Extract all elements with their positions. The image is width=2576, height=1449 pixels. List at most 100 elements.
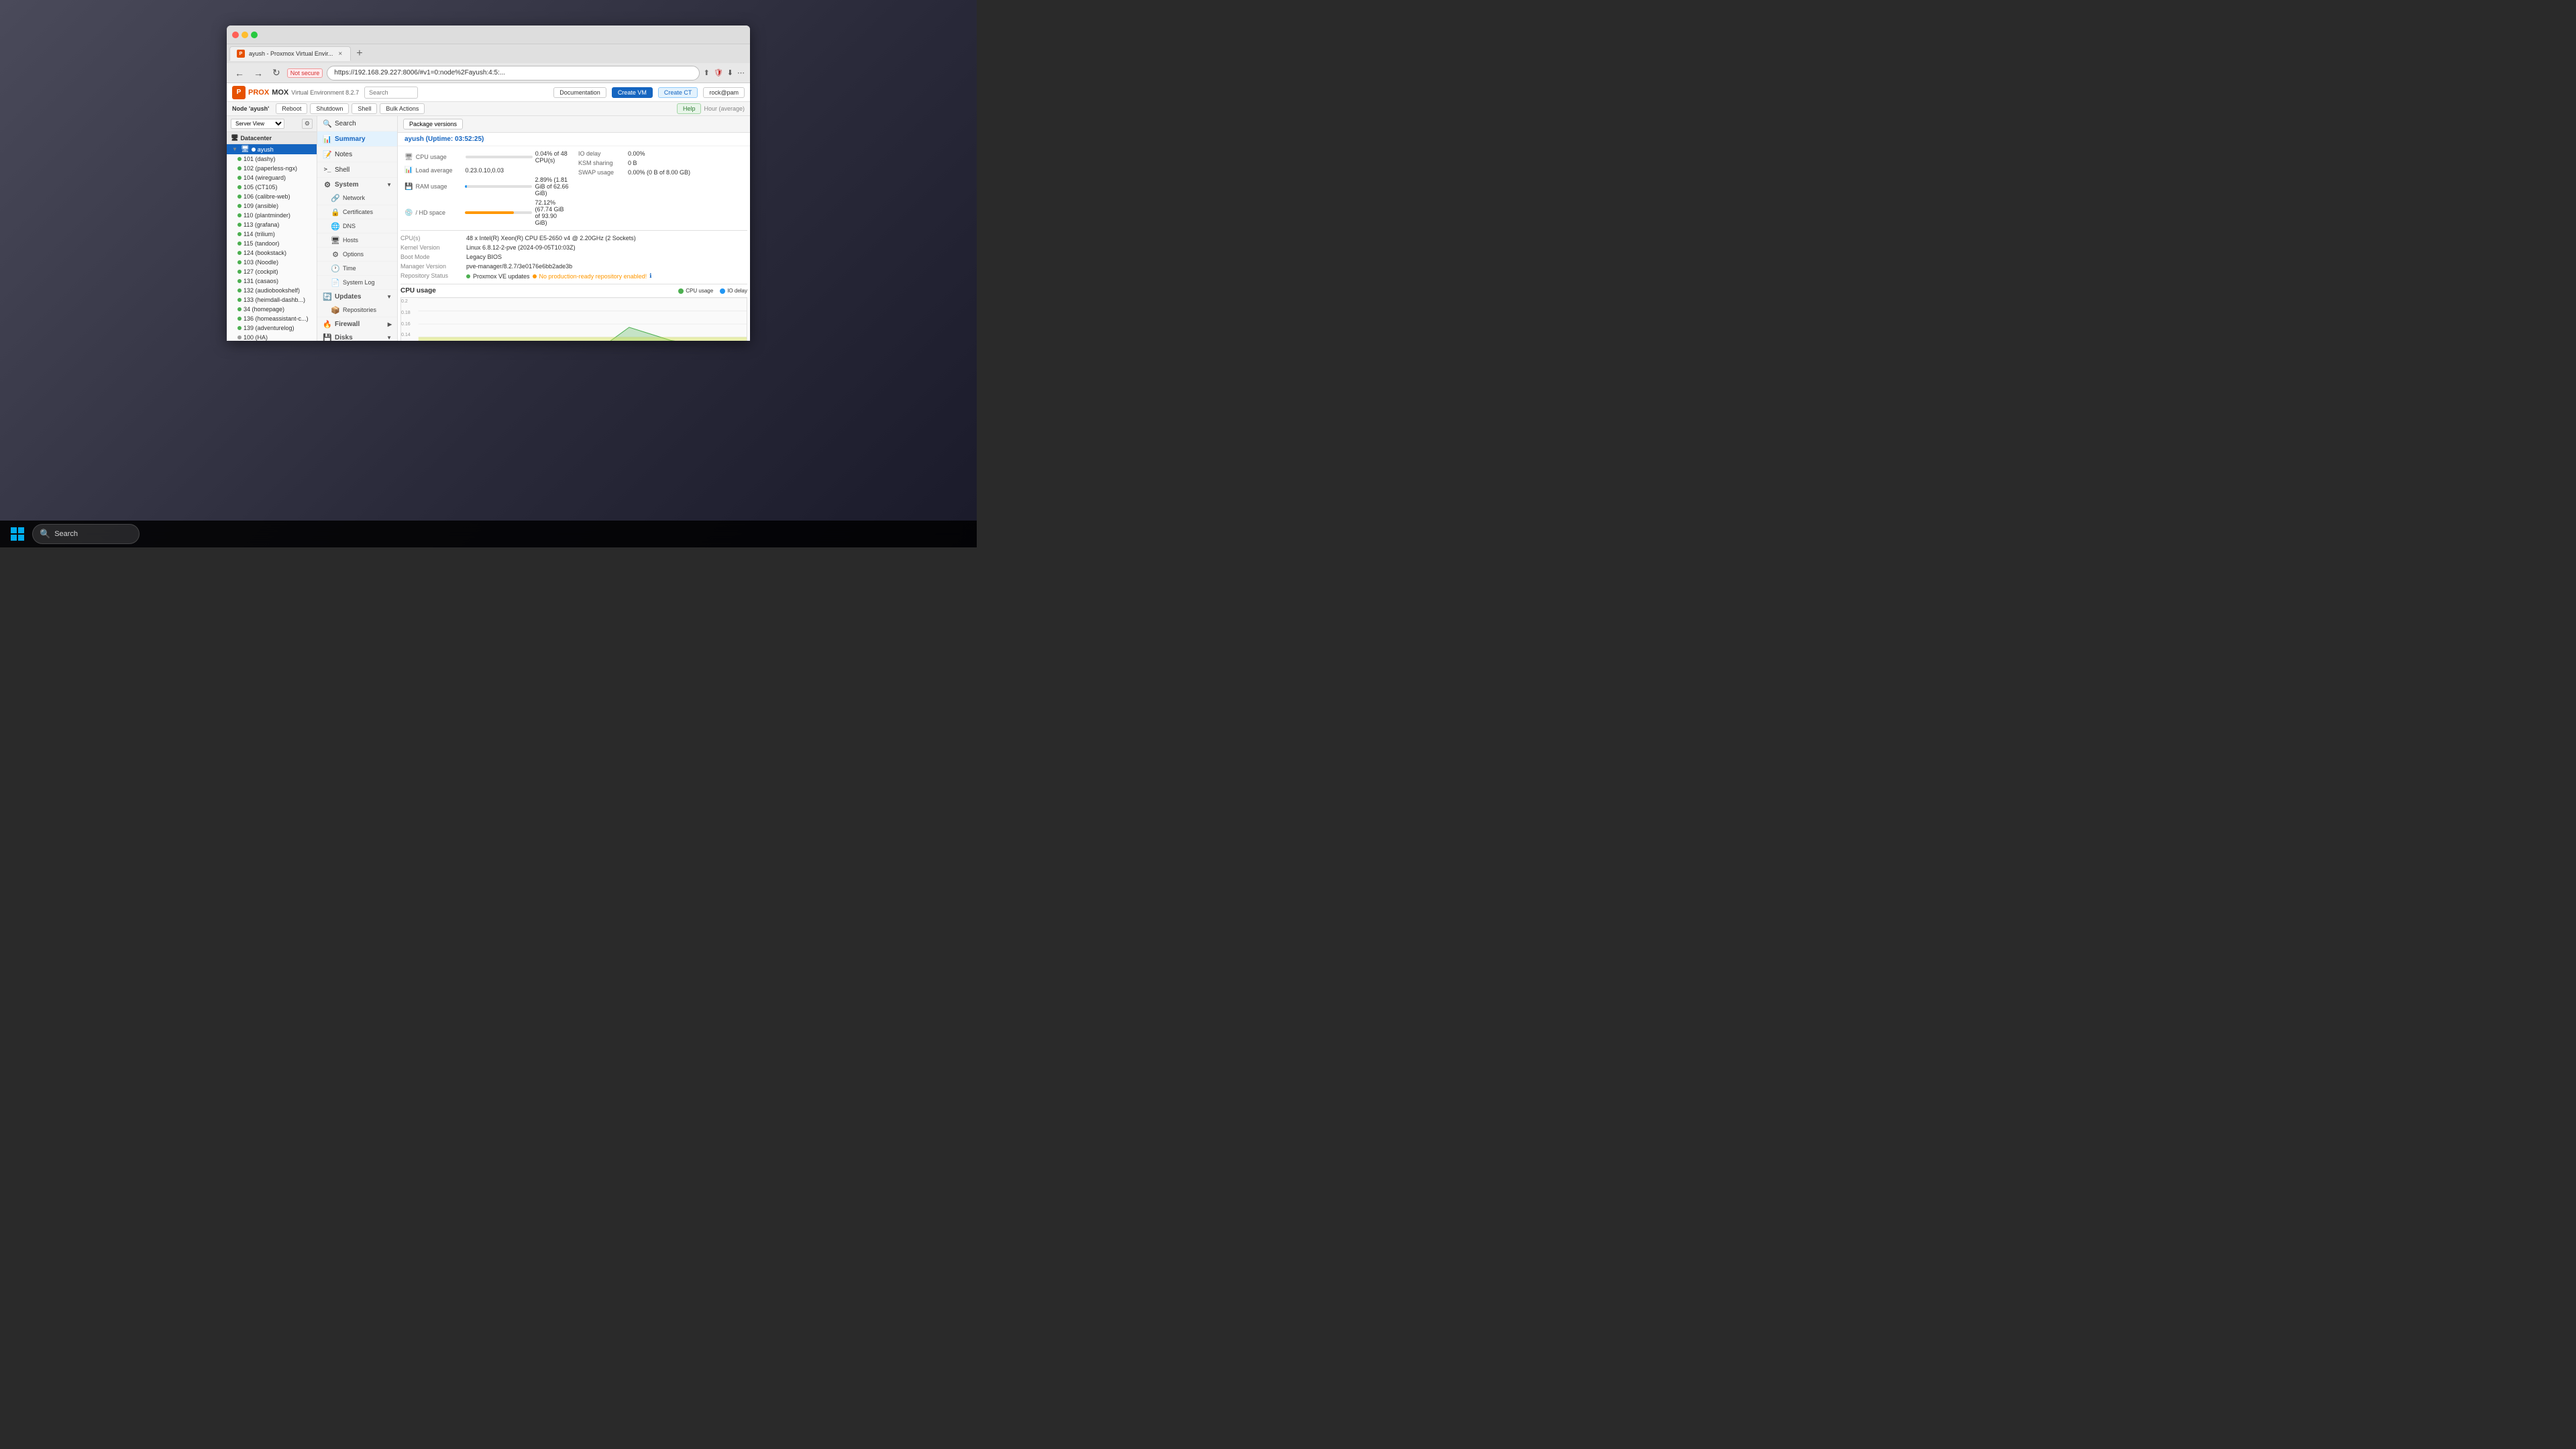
reboot-button[interactable]: Reboot [276,103,307,114]
minimize-window-button[interactable] [241,32,248,38]
server-view-select[interactable]: Server View [231,119,284,129]
sidebar-item-102[interactable]: 102 (paperless-ngx) [227,164,317,173]
node-icon: 🖥 [241,146,250,153]
active-browser-tab[interactable]: P ayush - Proxmox Virtual Envir... × [229,46,351,61]
sidebar-item-103[interactable]: 103 (Noodle) [227,258,317,267]
nav-item-shell[interactable]: >_ Shell [317,162,397,178]
sidebar-settings-button[interactable]: ⚙ [302,119,313,129]
nav-item-notes[interactable]: 📝 Notes [317,147,397,162]
nav-sub-item-repositories[interactable]: 📦 Repositories [317,303,397,317]
disk-usage-row: 💿 / HD space 72.12% (67.74 GiB of 93.90 … [400,198,574,227]
windows-start-button[interactable] [7,523,28,545]
nav-sub-item-options[interactable]: ⚙ Options [317,248,397,262]
tab-favicon: P [237,50,245,58]
datacenter-header: 🖥 Datacenter [227,132,317,144]
sidebar-item-104[interactable]: 104 (wireguard) [227,173,317,182]
sidebar-item-127[interactable]: 127 (cockpit) [227,267,317,276]
nav-group-system[interactable]: ⚙ System ▼ [317,178,397,191]
sidebar-item-105[interactable]: 105 (CT105) [227,182,317,192]
sidebar-item-100[interactable]: 100 (HA) [227,333,317,341]
nav-item-search[interactable]: 🔍 Search [317,116,397,131]
shutdown-button[interactable]: Shutdown [310,103,349,114]
system-nav-icon: ⚙ [323,180,332,189]
dns-nav-icon: 🌐 [331,221,340,231]
shell-action-button[interactable]: Shell [352,103,377,114]
pve-update-status: Proxmox VE updates No production-ready r… [466,272,747,280]
windows-taskbar: 🔍 Search [0,521,977,547]
y-label-3: 0.16 [401,322,418,327]
windows-search-bar[interactable]: 🔍 Search [32,524,140,544]
maximize-window-button[interactable] [251,32,258,38]
shield-icon[interactable]: 🛡 [714,68,723,77]
proxmox-brand-mox: MOX [272,89,288,97]
user-menu-button[interactable]: rock@pam [703,87,745,98]
nav-sub-item-dns[interactable]: 🌐 DNS [317,219,397,233]
system-info-section: CPU(s) 48 x Intel(R) Xeon(R) CPU E5-2650… [400,230,747,281]
url-input[interactable] [327,66,699,80]
cpu-chart-container: 0.2 0.18 0.16 0.14 0.12 [400,297,747,341]
sidebar-item-106[interactable]: 106 (calibre-web) [227,192,317,201]
stats-grid: 🖥 CPU usage 0.04% of 48 CPU(s) [400,149,747,227]
security-badge: Not secure [287,68,323,78]
vm-status-dot [237,232,241,236]
sidebar-item-101[interactable]: 101 (dashy) [227,154,317,164]
nav-group-disks[interactable]: 💾 Disks ▼ [317,331,397,341]
create-ct-button[interactable]: Create CT [658,87,698,98]
refresh-button[interactable]: ↻ [270,66,283,80]
browser-titlebar [227,25,750,44]
forward-button[interactable]: → [251,66,266,80]
bulk-actions-button[interactable]: Bulk Actions [380,103,425,114]
sidebar-item-124[interactable]: 124 (bookstack) [227,248,317,258]
sidebar-item-113[interactable]: 113 (grafana) [227,220,317,229]
more-options-button[interactable]: ⋯ [737,68,745,77]
sidebar-item-132[interactable]: 132 (audiobookshelf) [227,286,317,295]
vm-status-dot [237,195,241,199]
sidebar-item-109[interactable]: 109 (ansible) [227,201,317,211]
summary-nav-icon: 📊 [323,134,332,144]
create-vm-button[interactable]: Create VM [612,87,653,98]
close-window-button[interactable] [232,32,239,38]
nav-panel: 🔍 Search 📊 Summary 📝 Notes >_ Shell ⚙ Sy… [317,116,398,341]
sidebar-item-115[interactable]: 115 (tandoor) [227,239,317,248]
sidebar-item-136[interactable]: 136 (homeassistant-c...) [227,314,317,323]
sidebar-item-110[interactable]: 110 (plantminder) [227,211,317,220]
shell-nav-icon: >_ [323,165,332,174]
kernel-info-row: Kernel Version Linux 6.8.12-2-pve (2024-… [400,243,747,252]
nav-sub-item-time[interactable]: 🕐 Time [317,262,397,276]
sidebar-item-131[interactable]: 131 (casaos) [227,276,317,286]
vm-status-dot [237,166,241,170]
ram-usage-row: 💾 RAM usage 2.89% (1.81 GiB of 62.66 GiB… [400,175,574,198]
documentation-button[interactable]: Documentation [553,87,606,98]
tab-close-button[interactable]: × [337,50,343,58]
download-button[interactable]: ⬇ [727,68,733,77]
nav-sub-item-hosts[interactable]: 🖥 Hosts [317,233,397,248]
node-status-dot [252,148,256,152]
help-button[interactable]: Help [677,103,702,114]
vm-status-dot [237,270,241,274]
new-tab-button[interactable]: + [354,48,365,60]
package-versions-button[interactable]: Package versions [403,119,463,129]
proxmox-logo: P PROXMOX Virtual Environment 8.2.7 [232,86,359,99]
sidebar-item-ayush[interactable]: ▼ 🖥 ayush [227,144,317,154]
nav-sub-item-network[interactable]: 🔗 Network [317,191,397,205]
cert-nav-icon: 🔒 [331,207,340,217]
vm-status-dot [237,223,241,227]
nav-group-firewall[interactable]: 🔥 Firewall ▶ [317,317,397,331]
sidebar-item-133[interactable]: 133 (heimdall-dashb...) [227,295,317,305]
repo-help-link[interactable]: ℹ [649,272,651,280]
back-button[interactable]: ← [232,66,247,80]
sidebar-item-114[interactable]: 114 (trilium) [227,229,317,239]
nav-sub-item-syslog[interactable]: 📄 System Log [317,276,397,290]
share-button[interactable]: ⬆ [704,68,710,77]
sidebar-item-34[interactable]: 34 (homepage) [227,305,317,314]
proxmox-search-input[interactable] [364,87,418,99]
nav-group-updates[interactable]: 🔄 Updates ▼ [317,290,397,303]
nav-sub-item-certificates[interactable]: 🔒 Certificates [317,205,397,219]
windows-search-text: Search [54,530,78,538]
repo-status-values: Proxmox VE updates No production-ready r… [466,272,747,280]
proxmox-version-label: Virtual Environment 8.2.7 [291,89,359,96]
sidebar-item-139[interactable]: 139 (adventurelog) [227,323,317,333]
vm-status-dot [237,204,241,208]
nav-item-summary[interactable]: 📊 Summary [317,131,397,147]
vm-status-dot [237,213,241,217]
